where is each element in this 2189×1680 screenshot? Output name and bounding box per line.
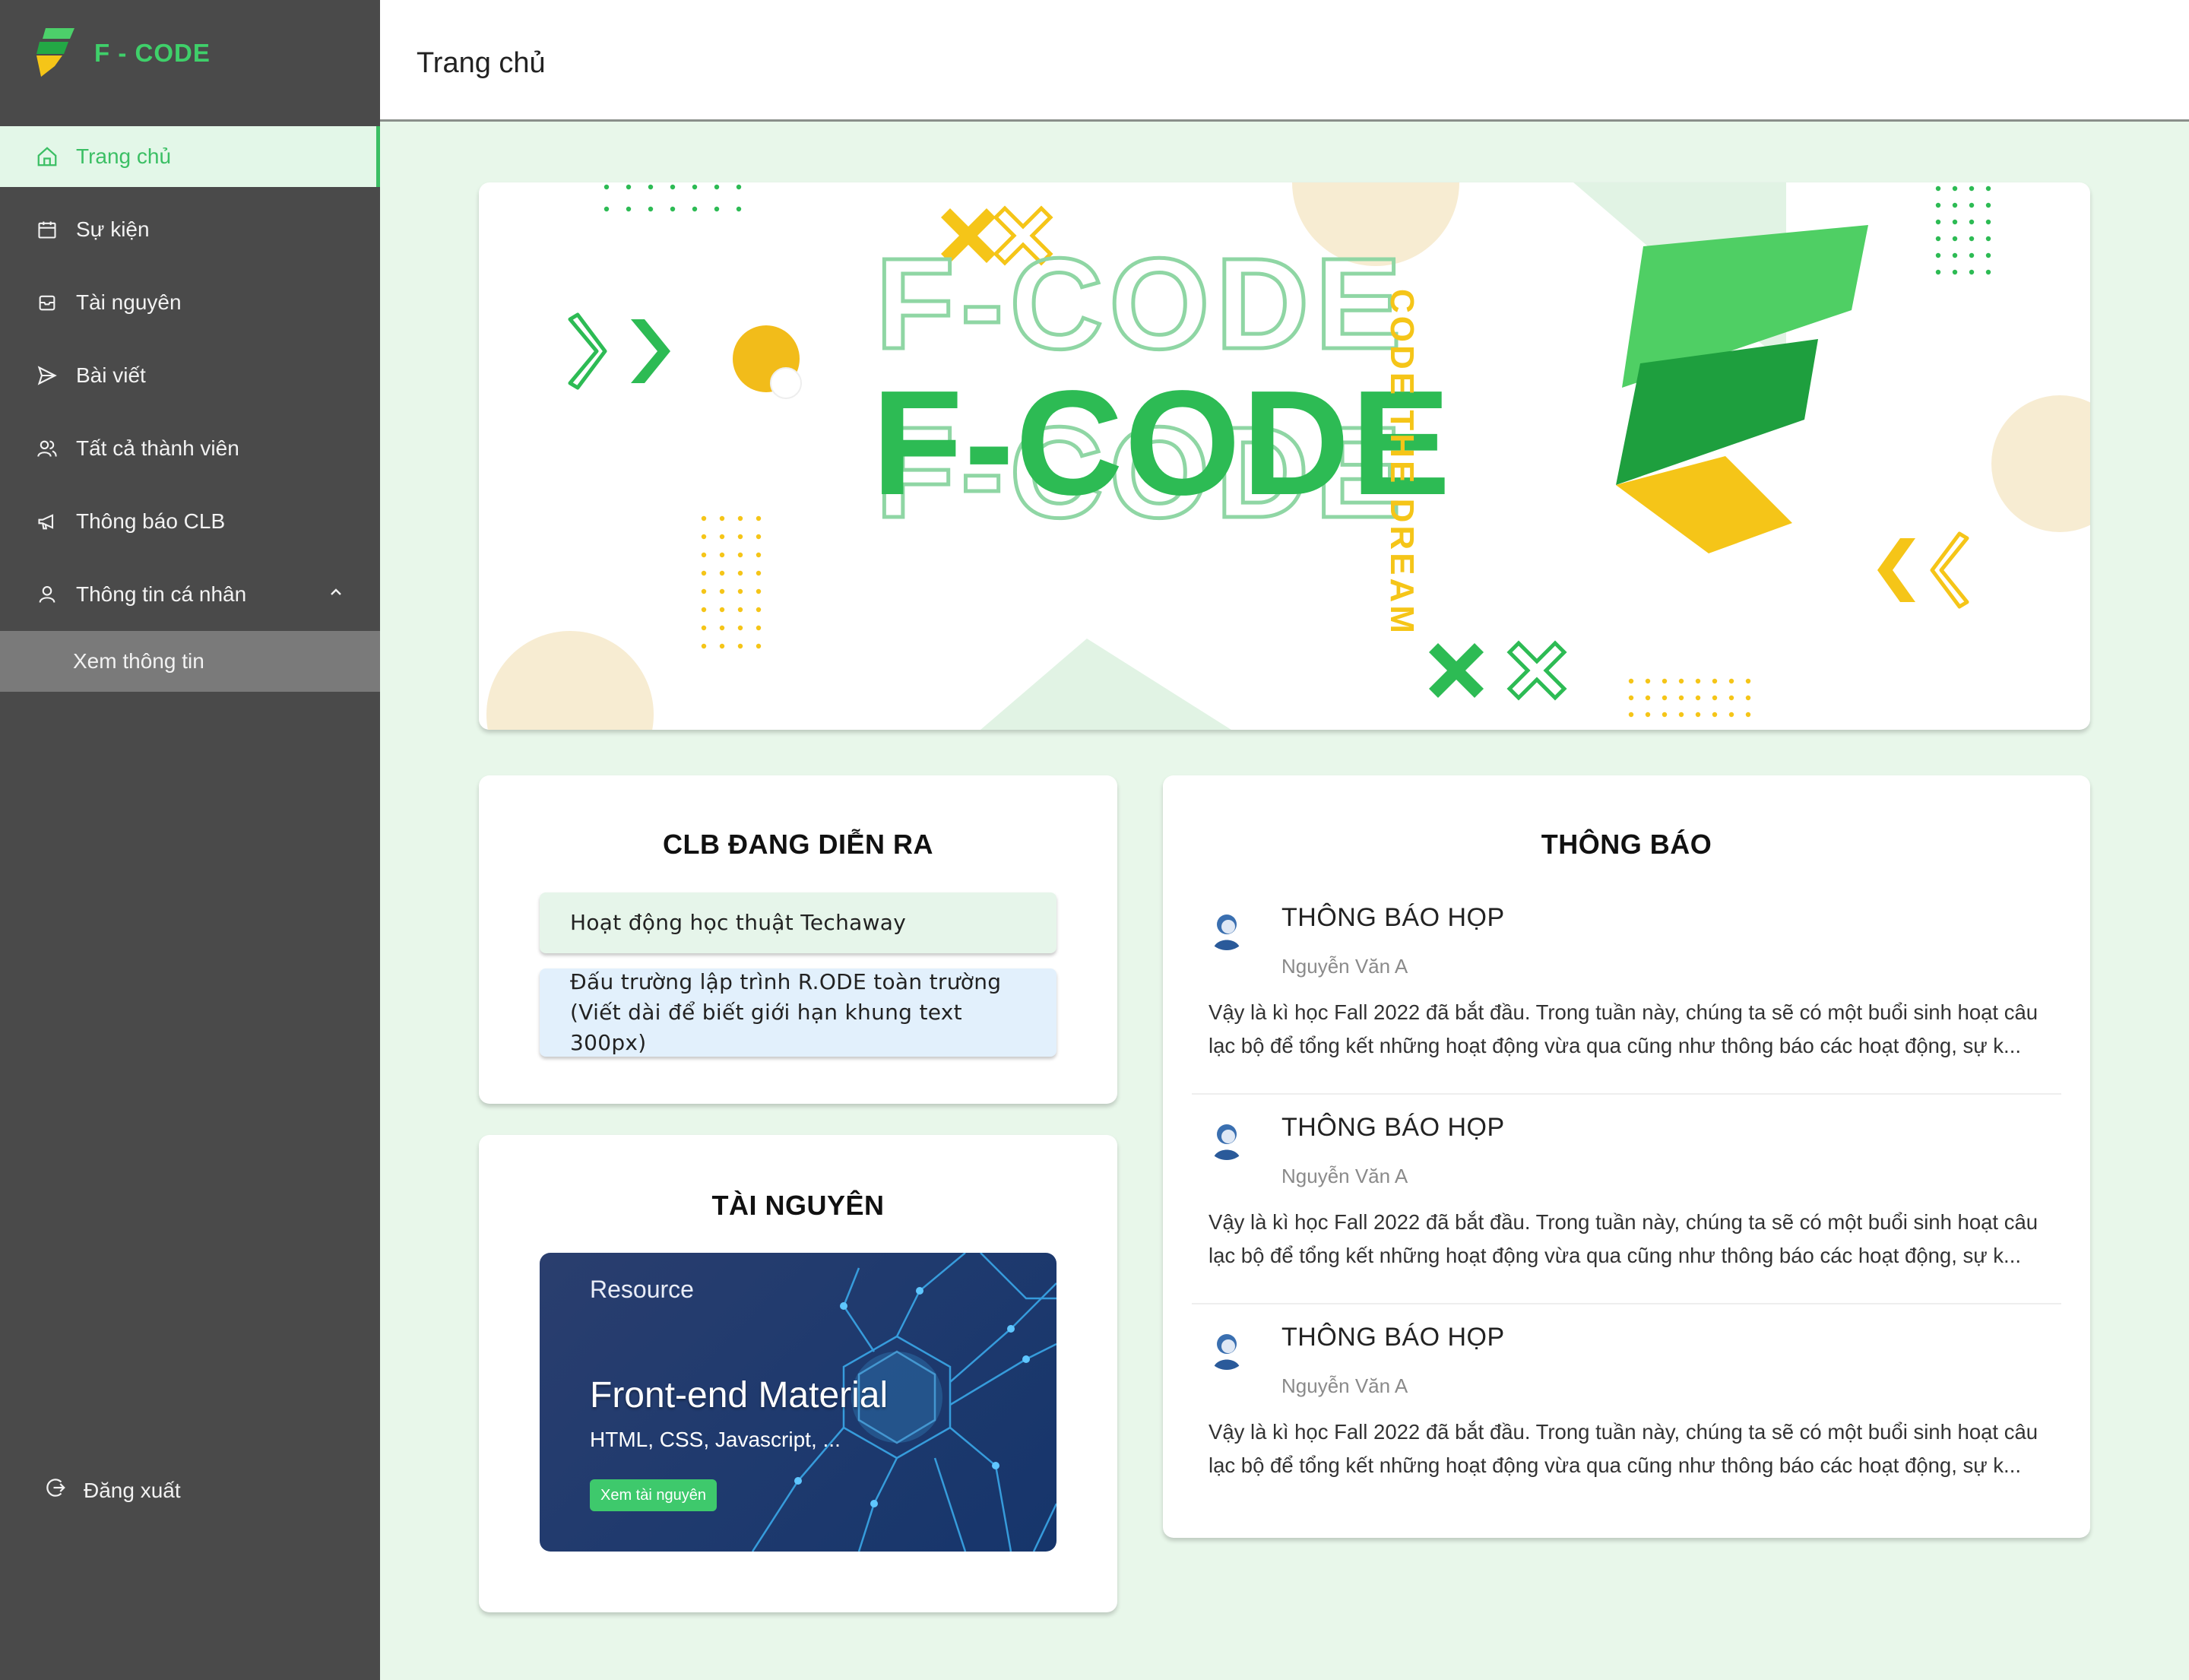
avatar — [1205, 1327, 1248, 1370]
resource-card[interactable]: Resource Front-end Material HTML, CSS, J… — [540, 1253, 1056, 1552]
notice-item[interactable]: THÔNG BÁO HỌP Nguyễn Văn A Vậy là kì học… — [1192, 885, 2061, 1095]
notice-title: THÔNG BÁO HỌP — [1281, 1113, 1505, 1142]
resources-card: TÀI NGUYÊN Resource Front-end Material H… — [479, 1135, 1117, 1612]
chevron-left-yellow — [1877, 531, 1969, 609]
event-text-line1: Đấu trường lập trình R.ODE toàn trường — [570, 969, 1002, 994]
brand-name: F - CODE — [94, 39, 211, 67]
notice-body-line: Vậy là kì học Fall 2022 đã bắt đầu. Tron… — [1209, 1420, 2039, 1444]
notice-body-line: lạc bộ để tổng kết những hoạt động vừa q… — [1209, 1034, 2021, 1057]
sidebar-item-announcements[interactable]: Thông báo CLB — [0, 491, 380, 552]
dot-grid-green-right — [1935, 185, 1991, 275]
notice-body: Vậy là kì học Fall 2022 đã bắt đầu. Tron… — [1209, 996, 2052, 1063]
notice-author: Nguyễn Văn A — [1281, 955, 1408, 978]
notices-card: THÔNG BÁO THÔNG BÁO HỌP Nguyễn Văn A Vậy… — [1163, 775, 2090, 1538]
ongoing-events-card: CLB ĐANG DIỄN RA Hoạt động học thuật Tec… — [479, 775, 1117, 1104]
deco-circle — [486, 631, 654, 730]
resource-label: Resource — [590, 1276, 694, 1303]
notice-body-line: lạc bộ để tổng kết những hoạt động vừa q… — [1209, 1244, 2021, 1267]
deco-triangle — [980, 639, 1231, 730]
calendar-icon — [35, 217, 59, 242]
sidebar-subitem-view-profile[interactable]: Xem thông tin — [0, 631, 380, 692]
notice-title: THÔNG BÁO HỌP — [1281, 903, 1505, 932]
deco-ball-white — [770, 367, 802, 399]
notice-body: Vậy là kì học Fall 2022 đã bắt đầu. Tron… — [1209, 1415, 2052, 1482]
sidebar-item-label: Bài viết — [76, 363, 146, 387]
dot-grid-yellow-left — [701, 515, 762, 649]
sidebar-item-label: Tài nguyên — [76, 290, 182, 314]
view-resource-button[interactable]: Xem tài nguyên — [590, 1479, 717, 1511]
x-mark-green-outline — [1506, 640, 1567, 701]
chevron-up-icon[interactable] — [327, 582, 345, 607]
sidebar-item-label: Sự kiện — [76, 217, 150, 241]
dot-grid-green-top — [603, 184, 742, 212]
dot-grid-yellow-bottom — [1628, 678, 1751, 718]
resources-title: TÀI NGUYÊN — [711, 1190, 885, 1221]
banner-artwork: F-CODE F-CODE F-CODE CODE THE DREAM — [486, 182, 2090, 730]
sidebar-item-posts[interactable]: Bài viết — [0, 345, 380, 406]
fcode-logo-icon — [36, 28, 74, 77]
logout-button[interactable]: Đăng xuất — [44, 1476, 181, 1504]
notice-body-line: Vậy là kì học Fall 2022 đã bắt đầu. Tron… — [1209, 1210, 2039, 1234]
resource-subtitle: HTML, CSS, Javascript, ... — [590, 1428, 841, 1451]
sidebar: F - CODE Trang chủ Sự kiện Tài nguyên Bà… — [0, 0, 380, 1680]
notice-title: THÔNG BÁO HỌP — [1281, 1323, 1505, 1352]
header: Trang chủ — [380, 0, 2189, 122]
x-mark-green-solid — [1429, 643, 1484, 698]
sidebar-item-label: Tất cả thành viên — [76, 436, 239, 460]
notice-author: Nguyễn Văn A — [1281, 1374, 1408, 1397]
resource-title: Front-end Material — [590, 1375, 889, 1415]
sidebar-item-profile[interactable]: Thông tin cá nhân — [0, 564, 380, 625]
fcode-banner: F-CODE F-CODE F-CODE CODE THE DREAM — [479, 182, 2090, 730]
sidebar-subitem-label: Xem thông tin — [73, 649, 204, 673]
users-icon — [35, 436, 59, 461]
notice-body-line: Vậy là kì học Fall 2022 đã bắt đầu. Tron… — [1209, 1000, 2039, 1024]
home-icon — [35, 144, 59, 169]
sidebar-item-resources[interactable]: Tài nguyên — [0, 272, 380, 333]
event-text: Hoạt động học thuật Techaway — [570, 910, 907, 935]
brand[interactable]: F - CODE — [35, 23, 211, 84]
notice-body: Vậy là kì học Fall 2022 đã bắt đầu. Tron… — [1209, 1206, 2052, 1273]
fcode-big-logo — [1616, 225, 1868, 553]
chevron-right-green — [568, 312, 670, 390]
ongoing-title: CLB ĐANG DIỄN RA — [663, 829, 933, 860]
user-icon — [35, 582, 59, 607]
avatar — [1205, 1117, 1248, 1160]
archive-icon — [35, 290, 59, 315]
logout-label: Đăng xuất — [84, 1478, 181, 1502]
sidebar-item-label: Thông tin cá nhân — [76, 582, 247, 606]
banner-slogan: CODE THE DREAM — [1383, 289, 1421, 636]
notice-author: Nguyễn Văn A — [1281, 1165, 1408, 1187]
sidebar-item-members[interactable]: Tất cả thành viên — [0, 418, 380, 479]
notices-title: THÔNG BÁO — [1541, 829, 1712, 860]
sidebar-item-label: Trang chủ — [76, 144, 172, 168]
sidebar-item-events[interactable]: Sự kiện — [0, 199, 380, 260]
banner-main-text: F-CODE — [872, 360, 1452, 526]
event-text-line2: (Viết dài để biết giới hạn khung text 30… — [570, 1000, 962, 1055]
send-icon — [35, 363, 59, 388]
megaphone-icon — [35, 509, 59, 534]
avatar — [1205, 908, 1248, 950]
deco-circle — [1991, 395, 2090, 532]
sidebar-item-label: Thông báo CLB — [76, 509, 226, 533]
banner-outline-text-top: F-CODE — [876, 232, 1408, 376]
event-item[interactable]: Đấu trường lập trình R.ODE toàn trường (… — [540, 968, 1056, 1057]
sidebar-item-home[interactable]: Trang chủ — [0, 126, 380, 187]
event-item[interactable]: Hoạt động học thuật Techaway — [540, 892, 1056, 953]
logout-icon — [44, 1476, 67, 1504]
page-title: Trang chủ — [417, 47, 546, 79]
notice-item[interactable]: THÔNG BÁO HỌP Nguyễn Văn A Vậy là kì học… — [1192, 1304, 2061, 1514]
notice-body-line: lạc bộ để tổng kết những hoạt động vừa q… — [1209, 1453, 2021, 1477]
notice-item[interactable]: THÔNG BÁO HỌP Nguyễn Văn A Vậy là kì học… — [1192, 1095, 2061, 1304]
